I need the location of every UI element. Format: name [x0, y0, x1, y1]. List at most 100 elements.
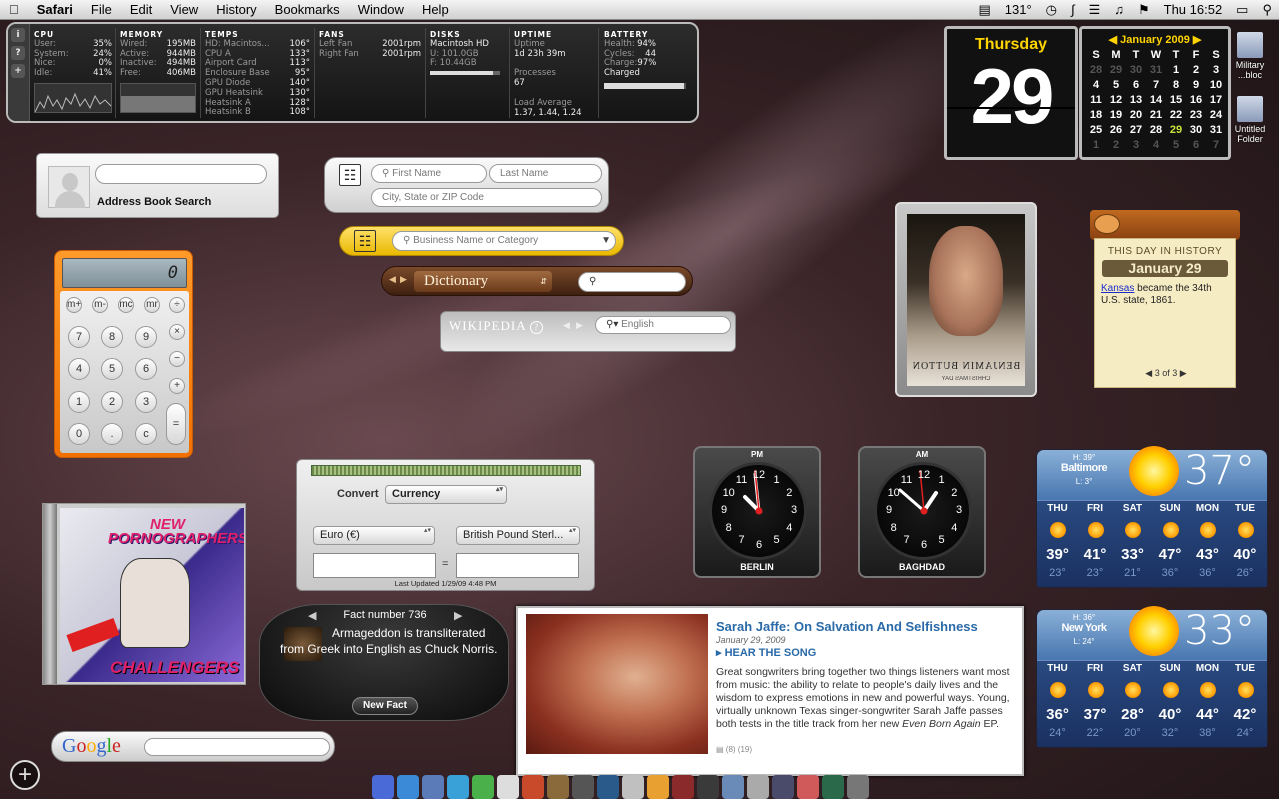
add-widget-button[interactable]: + [10, 760, 40, 790]
calendar-day[interactable]: 6 [1186, 138, 1206, 152]
calendar-day[interactable]: 15 [1166, 93, 1186, 107]
calendar-day[interactable]: 7 [1206, 138, 1226, 152]
desktop-icon-folder[interactable]: Untitled Folder [1228, 96, 1272, 144]
calendar-day[interactable]: 7 [1146, 78, 1166, 92]
app-menu[interactable]: Safari [28, 0, 82, 20]
key-6[interactable]: 6 [135, 358, 157, 380]
info-icon[interactable]: i [11, 28, 25, 42]
calendar-day[interactable]: 6 [1126, 78, 1146, 92]
equals-key[interactable]: = [166, 403, 186, 445]
calendar-day[interactable]: 29 [1166, 123, 1186, 137]
dock-app-icon[interactable] [722, 775, 744, 799]
multiply-key[interactable]: × [169, 324, 185, 340]
business-search-widget[interactable]: ☷ ⚲ Business Name or Category ▼ [339, 226, 624, 256]
article-title[interactable]: Sarah Jaffe: On Salvation And Selfishnes… [716, 619, 978, 634]
dock-app-icon[interactable] [397, 775, 419, 799]
key-5[interactable]: 5 [101, 358, 123, 380]
prev-month-icon[interactable]: ◀ [1109, 34, 1117, 46]
memory-subtract-key[interactable]: m- [92, 297, 108, 313]
key-0[interactable]: 0 [68, 423, 90, 445]
dock-app-icon[interactable] [447, 775, 469, 799]
help-icon[interactable]: ? [11, 46, 25, 60]
movies-widget[interactable]: BENJAMIN BUTTON CHRISTMAS DAY [895, 202, 1037, 397]
phonebook-icon[interactable]: ☷ [339, 164, 361, 186]
calendar-day[interactable]: 11 [1086, 93, 1106, 107]
hear-the-song-link[interactable]: ▸ HEAR THE SONG [716, 646, 816, 659]
time-machine-icon[interactable]: ◷ [1039, 0, 1064, 20]
key-1[interactable]: 1 [68, 391, 90, 413]
bluetooth-icon[interactable]: ∫ [1064, 0, 1082, 20]
menu-edit[interactable]: Edit [121, 0, 161, 20]
menu-window[interactable]: Window [349, 0, 413, 20]
world-clock-berlin[interactable]: PM 12 1 2 3 4 5 6 7 8 9 10 11 BERLIN [693, 446, 821, 578]
calendar-day[interactable]: 4 [1086, 78, 1106, 92]
calendar-day[interactable]: 31 [1146, 63, 1166, 77]
calendar-day[interactable]: 16 [1186, 93, 1206, 107]
menu-help[interactable]: Help [413, 0, 458, 20]
divide-key[interactable]: ÷ [169, 297, 185, 313]
to-currency-select[interactable]: British Pound Sterl... [456, 526, 580, 545]
dock-app-icon[interactable] [797, 775, 819, 799]
calculator-widget[interactable]: 0 m+ m- mc mr ÷ 7 8 9 × 4 5 6 − + 1 2 3 … [54, 250, 193, 458]
chuck-norris-facts-widget[interactable]: ◀ Fact number 736 ▶ Armageddon is transl… [259, 604, 509, 721]
calendar-day[interactable]: 23 [1186, 108, 1206, 122]
dock-app-icon[interactable] [772, 775, 794, 799]
dock-app-icon[interactable] [672, 775, 694, 799]
memory-recall-key[interactable]: mr [144, 297, 160, 313]
calendar-month-card[interactable]: ◀ January 2009 ▶ S M T W T F S 28 29 30 31 1 2 3 4 5 6 7 8… [1079, 26, 1231, 160]
key-9[interactable]: 9 [135, 326, 157, 348]
calendar-day[interactable]: 26 [1106, 123, 1126, 137]
calendar-day[interactable]: 29 [1106, 63, 1126, 77]
next-fact-icon[interactable]: ▶ [454, 609, 462, 622]
decimal-key[interactable]: . [101, 423, 123, 445]
dock-app-icon[interactable] [572, 775, 594, 799]
clear-key[interactable]: c [135, 423, 157, 445]
dock-app-icon[interactable] [422, 775, 444, 799]
itunes-album-widget[interactable]: NEW PORNOGRAPHERS CHALLENGERS [42, 503, 246, 685]
last-name-input[interactable]: Last Name [489, 164, 602, 183]
calendar-day[interactable]: 30 [1186, 123, 1206, 137]
key-2[interactable]: 2 [101, 391, 123, 413]
business-search-input[interactable]: ⚲ Business Name or Category ▼ [392, 231, 616, 251]
dock-app-icon[interactable] [622, 775, 644, 799]
minus-key[interactable]: − [169, 351, 185, 367]
spotlight-icon[interactable]: ⚲ [1255, 0, 1279, 20]
calendar-day[interactable]: 30 [1126, 63, 1146, 77]
wifi-icon[interactable]: ☰ [1082, 0, 1108, 20]
movie-poster[interactable]: BENJAMIN BUTTON CHRISTMAS DAY [907, 214, 1025, 386]
calendar-day[interactable]: 20 [1126, 108, 1146, 122]
weather-widget-baltimore[interactable]: H: 39° Baltimore L: 3° 37° THU 39° 23° FRI 4… [1036, 446, 1268, 588]
this-day-in-history-widget[interactable]: THIS DAY IN HISTORY January 29 Kansas be… [1090, 210, 1240, 390]
forward-arrow-icon[interactable]: ▶ [576, 320, 583, 331]
category-dropdown-icon[interactable]: ▼ [601, 232, 611, 249]
calendar-day[interactable]: 28 [1146, 123, 1166, 137]
pin-icon[interactable]: + [11, 64, 25, 78]
dictionary-widget[interactable]: ◀ ▶ Dictionary ⇵ ⚲ [381, 266, 693, 296]
key-8[interactable]: 8 [101, 326, 123, 348]
back-arrow-icon[interactable]: ◀ [389, 274, 396, 285]
calendar-day[interactable]: 8 [1166, 78, 1186, 92]
calendar-day[interactable]: 3 [1206, 63, 1226, 77]
calendar-day[interactable]: 12 [1106, 93, 1126, 107]
dock-app-icon[interactable] [697, 775, 719, 799]
calendar-day[interactable]: 2 [1186, 63, 1206, 77]
memory-add-key[interactable]: m+ [66, 297, 82, 313]
calendar-day[interactable]: 5 [1106, 78, 1126, 92]
help-icon[interactable]: ? [530, 321, 544, 334]
calendar-day[interactable]: 1 [1086, 138, 1106, 152]
dictionary-search-input[interactable]: ⚲ [578, 272, 686, 292]
wikipedia-widget[interactable]: WIKIPEDIA ? ◀ ▶ ⚲▾ English [440, 311, 736, 352]
address-book-widget[interactable]: Address Book Search [36, 153, 279, 218]
volume-icon[interactable]: ♫ [1107, 0, 1131, 20]
plus-key[interactable]: + [169, 378, 185, 394]
menu-clock[interactable]: Thu 16:52 [1157, 0, 1230, 20]
conversion-type-select[interactable]: Currency [385, 485, 507, 504]
dock-app-icon[interactable] [372, 775, 394, 799]
history-link[interactable]: Kansas [1101, 283, 1134, 294]
calendar-day[interactable]: 18 [1086, 108, 1106, 122]
first-name-input[interactable]: ⚲ First Name [371, 164, 487, 183]
dock-app-icon[interactable] [472, 775, 494, 799]
forward-arrow-icon[interactable]: ▶ [400, 274, 407, 285]
calendar-day[interactable]: 25 [1086, 123, 1106, 137]
wikipedia-search-input[interactable]: ⚲▾ English [595, 316, 731, 334]
